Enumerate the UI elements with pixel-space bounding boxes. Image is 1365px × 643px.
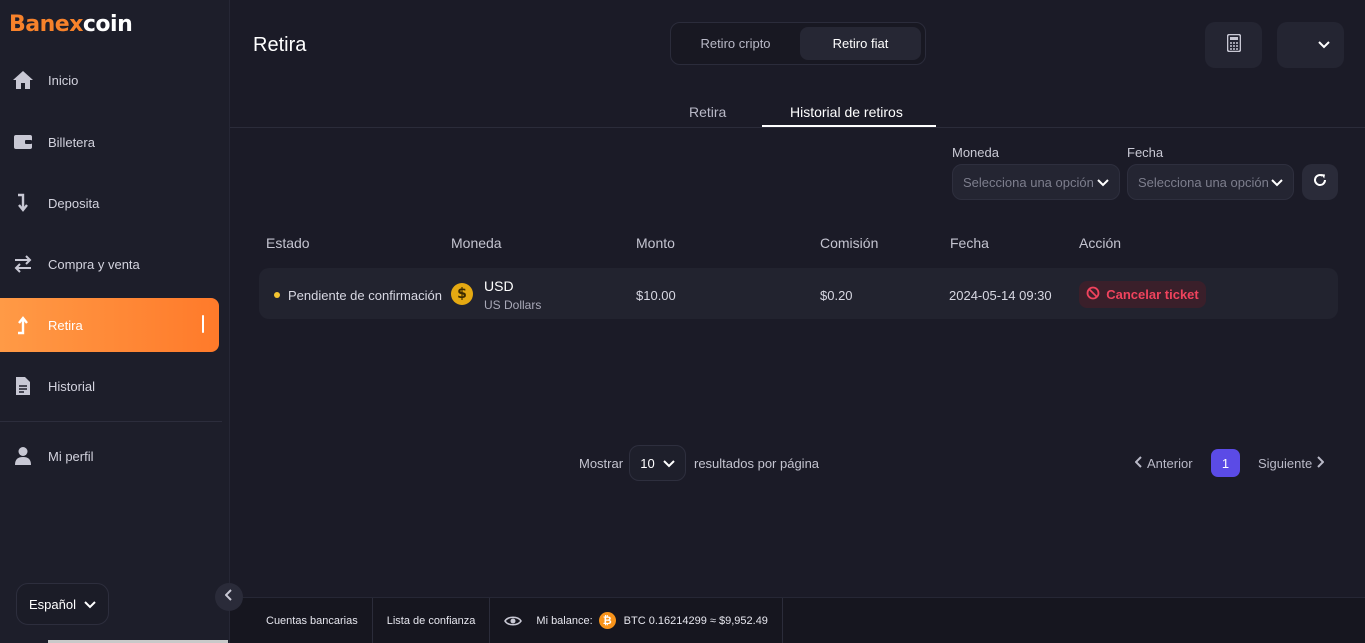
dollar-coin-icon: $ bbox=[451, 283, 473, 305]
segment-retiro-fiat[interactable]: Retiro fiat bbox=[800, 27, 921, 60]
results-per-page-label: resultados por página bbox=[694, 456, 820, 471]
sidebar-item-label: Inicio bbox=[48, 72, 79, 88]
arrow-down-icon bbox=[12, 192, 34, 214]
table-row: Pendiente de confirmación $ USD US Dolla… bbox=[259, 268, 1338, 319]
sidebar-item-label: Retira bbox=[48, 317, 83, 333]
brand-name-part1: Banex bbox=[9, 12, 83, 37]
column-header-fecha: Fecha bbox=[950, 235, 989, 251]
active-indicator bbox=[202, 315, 204, 333]
column-header-estado: Estado bbox=[266, 235, 310, 251]
next-page-label: Siguiente bbox=[1258, 456, 1313, 471]
next-page-button[interactable]: Siguiente bbox=[1258, 456, 1325, 471]
tab-historial-de-retiros[interactable]: Historial de retiros bbox=[790, 104, 903, 120]
chevron-left-icon bbox=[224, 588, 233, 606]
bank-accounts-link[interactable]: Cuentas bancarias bbox=[230, 598, 373, 643]
tab-bar: Retira Historial de retiros bbox=[230, 96, 1365, 128]
sidebar-item-label: Mi perfil bbox=[48, 448, 94, 464]
sidebar-item-label: Historial bbox=[48, 378, 95, 394]
cancel-ticket-button[interactable]: Cancelar ticket bbox=[1079, 281, 1206, 308]
balance-value: BTC 0.16214299 ≈ $9,952.49 bbox=[623, 614, 768, 627]
chevron-down-icon bbox=[1271, 175, 1283, 190]
arrow-up-icon bbox=[12, 314, 34, 336]
per-page-select[interactable]: 10 bbox=[629, 445, 686, 481]
previous-page-button[interactable]: Anterior bbox=[1134, 456, 1193, 471]
brand-logo[interactable]: Banexcoin bbox=[9, 12, 133, 37]
chevron-down-icon bbox=[1097, 175, 1109, 190]
chevron-down-icon bbox=[663, 456, 675, 471]
currency-filter-select[interactable]: Selecciona una opción bbox=[952, 164, 1120, 200]
collapse-sidebar-button[interactable] bbox=[215, 583, 243, 611]
currency-filter-placeholder: Selecciona una opción bbox=[963, 174, 1094, 190]
user-icon bbox=[12, 445, 34, 467]
currency-code: USD bbox=[484, 278, 514, 294]
date-value: 2024-05-14 09:30 bbox=[949, 288, 1052, 303]
sidebar-item-mi-perfil[interactable]: Mi perfil bbox=[0, 429, 219, 483]
chevron-down-icon bbox=[84, 597, 96, 612]
refresh-icon bbox=[1313, 173, 1327, 192]
currency-name: US Dollars bbox=[484, 298, 542, 312]
balance-label: Mi balance: bbox=[536, 614, 593, 627]
footer-bar: Cuentas bancarias Lista de confianza Mi … bbox=[230, 597, 1365, 643]
sidebar-item-compra-y-venta[interactable]: Compra y venta bbox=[0, 237, 219, 291]
page-title: Retira bbox=[253, 34, 307, 56]
refresh-button[interactable] bbox=[1302, 164, 1338, 200]
show-label: Mostrar bbox=[579, 456, 624, 471]
swap-icon bbox=[12, 253, 34, 275]
home-icon bbox=[12, 69, 34, 91]
amount-value: $10.00 bbox=[636, 288, 676, 303]
page-number-button[interactable]: 1 bbox=[1211, 449, 1240, 477]
date-filter-placeholder: Selecciona una opción bbox=[1138, 174, 1269, 190]
calculator-button[interactable] bbox=[1205, 22, 1262, 68]
previous-page-label: Anterior bbox=[1147, 456, 1193, 471]
sidebar-divider bbox=[0, 421, 222, 422]
block-icon bbox=[1086, 286, 1100, 303]
cancel-ticket-label: Cancelar ticket bbox=[1106, 287, 1199, 302]
column-header-moneda: Moneda bbox=[451, 235, 502, 251]
calculator-icon bbox=[1226, 33, 1241, 57]
brand-name-part2: coin bbox=[82, 12, 133, 37]
date-filter-label: Fecha bbox=[1127, 145, 1164, 160]
date-filter-select[interactable]: Selecciona una opción bbox=[1127, 164, 1294, 200]
sidebar-item-label: Compra y venta bbox=[48, 256, 140, 272]
user-menu-button[interactable] bbox=[1277, 22, 1344, 68]
sidebar-item-deposita[interactable]: Deposita bbox=[0, 176, 219, 230]
column-header-accion: Acción bbox=[1079, 235, 1122, 251]
sidebar: Banexcoin Inicio Billetera Deposita Comp… bbox=[0, 0, 230, 643]
sidebar-item-billetera[interactable]: Billetera bbox=[0, 115, 219, 169]
sidebar-item-historial[interactable]: Historial bbox=[0, 359, 219, 413]
wallet-icon bbox=[12, 131, 34, 153]
status-text: Pendiente de confirmación bbox=[288, 288, 442, 303]
trust-list-label: Lista de confianza bbox=[386, 614, 476, 627]
fee-value: $0.20 bbox=[820, 288, 853, 303]
bank-accounts-label: Cuentas bancarias bbox=[266, 614, 358, 627]
segment-retiro-cripto[interactable]: Retiro cripto bbox=[675, 27, 796, 60]
column-header-comision: Comisión bbox=[820, 235, 879, 251]
balance-display: Mi balance: ₿ BTC 0.16214299 ≈ $9,952.49 bbox=[490, 598, 783, 643]
sidebar-item-label: Billetera bbox=[48, 134, 95, 150]
tab-retira[interactable]: Retira bbox=[689, 104, 726, 120]
status-pending-dot bbox=[274, 292, 280, 298]
column-header-monto: Monto bbox=[636, 235, 675, 251]
per-page-value: 10 bbox=[640, 455, 655, 471]
sidebar-item-inicio[interactable]: Inicio bbox=[0, 53, 219, 107]
document-icon bbox=[12, 375, 34, 397]
sidebar-item-label: Deposita bbox=[48, 195, 100, 211]
currency-filter-label: Moneda bbox=[952, 145, 999, 160]
chevron-left-icon bbox=[1134, 456, 1143, 471]
chevron-down-icon bbox=[1318, 36, 1330, 54]
bitcoin-icon: ₿ bbox=[598, 612, 616, 629]
trust-list-link[interactable]: Lista de confianza bbox=[373, 598, 491, 643]
chevron-right-icon bbox=[1316, 456, 1325, 471]
active-tab-underline bbox=[762, 125, 936, 127]
sidebar-item-retira[interactable]: Retira bbox=[0, 298, 219, 352]
withdraw-type-toggle: Retiro cripto Retiro fiat bbox=[670, 22, 926, 65]
language-label: Español bbox=[29, 596, 76, 612]
eye-icon[interactable] bbox=[504, 615, 523, 627]
language-selector[interactable]: Español bbox=[16, 583, 109, 625]
